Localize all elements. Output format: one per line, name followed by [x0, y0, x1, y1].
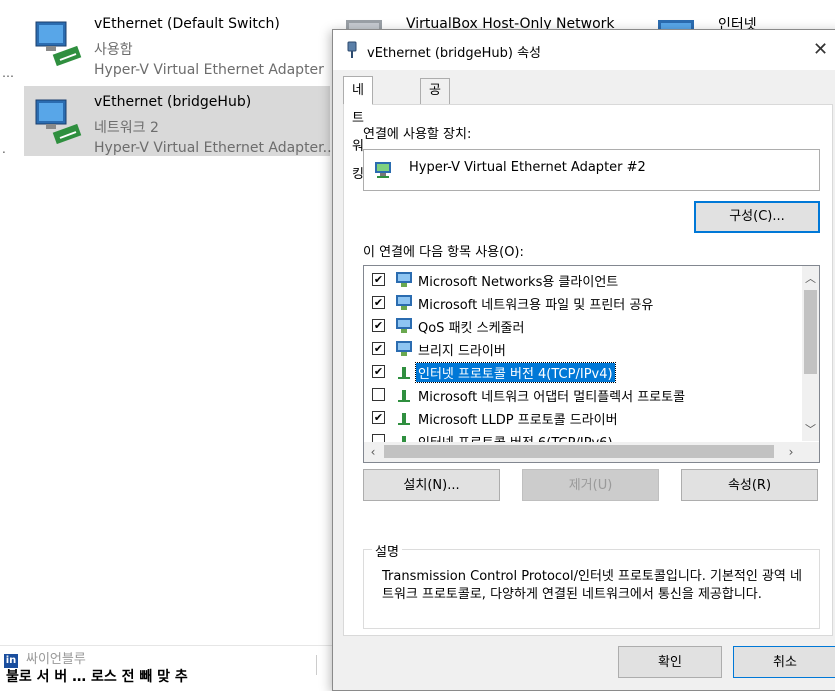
configure-button[interactable]: 구성(C)... — [694, 201, 820, 233]
service-icon — [396, 318, 412, 333]
scroll-up-icon[interactable]: ︿ — [802, 270, 819, 288]
connect-using-label: 연결에 사용할 장치: — [363, 127, 472, 142]
description-title: 설명 — [372, 541, 402, 560]
networking-panel: 연결에 사용할 장치: Hyper-V Virtual Ethernet Ada… — [343, 104, 833, 636]
connection-item[interactable]: VirtualBox Host-Only Network — [340, 6, 640, 34]
protocol-icon — [398, 390, 410, 402]
item-label: Microsoft 네트워크용 파일 및 프린터 공유 — [418, 298, 654, 313]
list-item[interactable]: ✔ Microsoft 네트워크용 파일 및 프린터 공유 — [364, 291, 794, 314]
close-icon[interactable]: ✕ — [813, 36, 835, 64]
network-adapter-icon — [35, 99, 82, 144]
item-label: Microsoft 네트워크 어댑터 멀티플렉서 프로토콜 — [418, 390, 686, 405]
uninstall-button[interactable]: 제거(U) — [522, 469, 659, 501]
service-icon — [396, 341, 412, 356]
connection-adapter: Hyper-V Virtual Ethernet Adapter... — [94, 140, 336, 156]
list-item-selected[interactable]: ✔ 인터넷 프로토콜 버전 4(TCP/IPv4) — [364, 360, 794, 383]
item-label: 브리지 드라이버 — [418, 344, 506, 359]
vertical-scrollbar[interactable]: ︿ ﹀ — [802, 266, 819, 441]
item-checkbox[interactable]: ✔ — [372, 296, 385, 309]
list-item[interactable]: ✔ Microsoft Networks용 클라이언트 — [364, 268, 794, 291]
client-icon — [396, 272, 412, 287]
tab-sharing[interactable]: 공유 — [420, 78, 450, 122]
protocol-icon — [398, 367, 410, 379]
list-item[interactable]: ✔ Microsoft LLDP 프로토콜 드라이버 — [364, 406, 794, 429]
properties-button[interactable]: 속성(R) — [681, 469, 818, 501]
install-button[interactable]: 설치(N)... — [363, 469, 500, 501]
item-checkbox[interactable] — [372, 388, 385, 401]
connection-item[interactable]: 인터넷 — [652, 6, 832, 34]
list-item[interactable]: ✔ 브리지 드라이버 — [364, 337, 794, 360]
list-item[interactable]: ✔ QoS 패킷 스케줄러 — [364, 314, 794, 337]
divider — [316, 655, 317, 675]
device-box: Hyper-V Virtual Ethernet Adapter #2 — [363, 149, 820, 191]
dialog-titlebar[interactable]: vEthernet (bridgeHub) 속성 ✕ — [333, 30, 835, 70]
item-checkbox[interactable]: ✔ — [372, 273, 385, 286]
scroll-down-icon[interactable]: ﹀ — [802, 421, 819, 439]
bottom-title: 싸이언블루 — [26, 652, 86, 667]
description-group: 설명 Transmission Control Protocol/인터넷 프로토… — [363, 541, 820, 629]
dialog-title: vEthernet (bridgeHub) 속성 — [367, 46, 541, 61]
connection-status: 사용함 — [94, 42, 133, 58]
items-label: 이 연결에 다음 항목 사용(O): — [363, 245, 524, 260]
bottom-window-strip: in 싸이언블루 불로 서 버 … 로스 전 빼 맞 추 — [0, 645, 332, 685]
truncation-dots: … — [2, 66, 14, 80]
scroll-thumb[interactable] — [384, 445, 774, 458]
ok-button[interactable]: 확인 — [618, 646, 722, 678]
connection-item[interactable]: vEthernet (Default Switch) 사용함 Hyper-V V… — [24, 8, 324, 78]
scroll-left-icon[interactable]: ‹ — [364, 442, 382, 462]
network-adapter-icon — [35, 21, 82, 66]
connection-status: 네트워크 2 — [94, 120, 159, 136]
scroll-thumb[interactable] — [804, 290, 817, 374]
cancel-button[interactable]: 취소 — [733, 646, 835, 678]
item-label: Microsoft LLDP 프로토콜 드라이버 — [418, 413, 618, 428]
item-checkbox[interactable]: ✔ — [372, 342, 385, 355]
item-checkbox[interactable]: ✔ — [372, 411, 385, 424]
connection-name: vEthernet (Default Switch) — [94, 16, 280, 32]
properties-dialog: vEthernet (bridgeHub) 속성 ✕ 네트워킹 공유 연결에 사… — [332, 29, 835, 691]
bottom-caption: 불로 서 버 … 로스 전 빼 맞 추 — [6, 669, 188, 685]
item-label: Microsoft Networks용 클라이언트 — [418, 275, 619, 290]
protocol-icon — [398, 413, 410, 425]
network-plug-icon — [347, 41, 357, 58]
item-checkbox[interactable]: ✔ — [372, 365, 385, 378]
horizontal-scrollbar[interactable]: ‹ › — [364, 442, 819, 462]
device-name: Hyper-V Virtual Ethernet Adapter #2 — [409, 160, 646, 175]
components-list[interactable]: ✔ Microsoft Networks용 클라이언트 ✔ Microsoft … — [363, 265, 820, 463]
connection-name: vEthernet (bridgeHub) — [94, 94, 252, 110]
tab-networking[interactable]: 네트워킹 — [343, 76, 373, 182]
service-icon — [396, 295, 412, 310]
truncation-dots: . — [2, 142, 6, 156]
item-label: 인터넷 프로토콜 버전 4(TCP/IPv4) — [415, 362, 616, 383]
item-label: QoS 패킷 스케줄러 — [418, 321, 525, 336]
description-text: Transmission Control Protocol/인터넷 프로토콜입니… — [382, 569, 802, 602]
scroll-right-icon[interactable]: › — [782, 442, 800, 462]
list-item[interactable]: Microsoft 네트워크 어댑터 멀티플렉서 프로토콜 — [364, 383, 794, 406]
connection-item-selected[interactable]: vEthernet (bridgeHub) 네트워크 2 Hyper-V Vir… — [24, 86, 336, 156]
connection-adapter: Hyper-V Virtual Ethernet Adapter — [94, 62, 324, 78]
network-adapter-icon — [375, 162, 391, 178]
item-checkbox[interactable]: ✔ — [372, 319, 385, 332]
